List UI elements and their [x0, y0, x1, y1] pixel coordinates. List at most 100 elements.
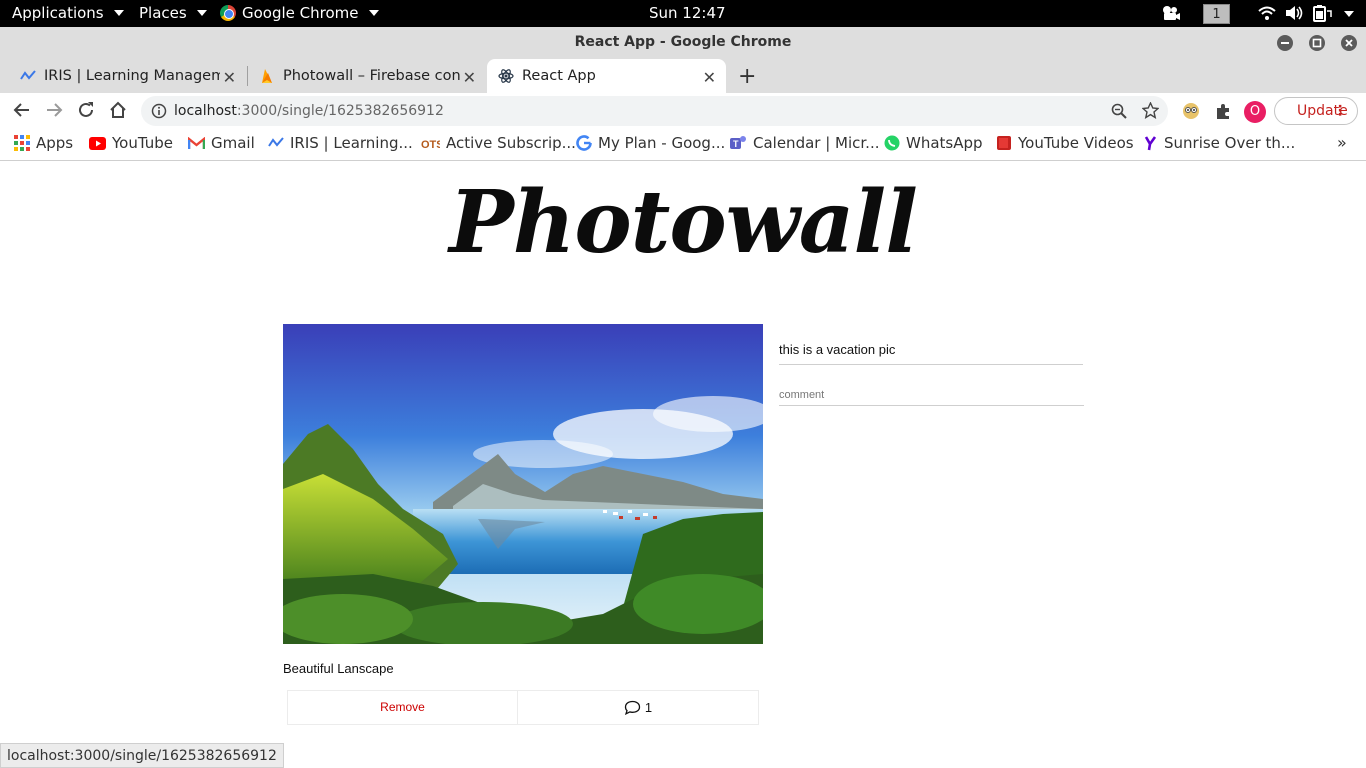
home-icon[interactable]	[109, 101, 127, 119]
battery-icon[interactable]	[1313, 5, 1333, 22]
url-text[interactable]: localhost:3000/single/1625382656912	[174, 103, 444, 119]
photo-actions: Remove 1	[287, 690, 759, 725]
firebase-icon	[262, 69, 272, 83]
photo-caption: Beautiful Lanscape	[283, 661, 394, 676]
bookmarks-bar: Apps YouTube Gmail IRIS | Learning... OT…	[0, 129, 1366, 161]
applications-label: Applications	[12, 4, 104, 22]
back-arrow-icon[interactable]	[13, 101, 31, 119]
clock[interactable]: Sun 12:47	[649, 4, 726, 22]
maximize-icon	[1312, 38, 1322, 48]
chevron-down-icon	[196, 10, 207, 16]
react-icon	[498, 69, 514, 83]
bookmark-label: Gmail	[211, 134, 255, 152]
wifi-icon[interactable]	[1258, 5, 1276, 21]
bookmark-sunrise[interactable]: Sunrise Over th...	[1144, 134, 1295, 152]
comments-button[interactable]: 1	[518, 691, 758, 724]
url-path: :3000/single/1625382656912	[236, 103, 444, 119]
comment-input[interactable]	[779, 384, 1084, 406]
tab-iris[interactable]: IRIS | Learning Manageme ✕	[10, 59, 246, 93]
bookmark-label: Calendar | Micr...	[753, 134, 880, 152]
tab-strip: IRIS | Learning Manageme ✕ Photowall – F…	[0, 58, 1366, 93]
book-icon	[997, 136, 1011, 150]
close-window-button[interactable]	[1341, 35, 1357, 51]
bookmark-label: Apps	[36, 134, 74, 152]
tab-react-app[interactable]: React App ✕	[487, 59, 726, 93]
places-label: Places	[139, 4, 187, 22]
profile-avatar[interactable]: O	[1244, 101, 1266, 123]
bookmark-youtube[interactable]: YouTube	[89, 134, 173, 152]
app-menu[interactable]: Google Chrome	[220, 4, 379, 22]
menu-kebab-icon[interactable]: ⋮	[1333, 103, 1347, 119]
bookmark-active-subscriptions[interactable]: OTS Active Subscrip...	[421, 134, 576, 152]
bookmark-label: IRIS | Learning...	[290, 134, 413, 152]
workspace-indicator[interactable]: 1	[1203, 4, 1230, 24]
bookmark-label: YouTube	[112, 134, 173, 152]
tab-label: React App	[522, 68, 596, 84]
tab-divider	[247, 66, 248, 86]
bookmark-gmail[interactable]: Gmail	[188, 134, 255, 152]
video-camera-icon[interactable]	[1161, 5, 1181, 21]
chevron-down-icon	[113, 10, 124, 16]
bookmark-label: Sunrise Over th...	[1164, 134, 1296, 152]
zoom-icon[interactable]	[1111, 103, 1127, 119]
ots-icon: OTS	[421, 139, 440, 151]
address-bar[interactable]: localhost:3000/single/1625382656912	[141, 96, 1168, 126]
bookmark-calendar[interactable]: T Calendar | Micr...	[730, 134, 880, 152]
tab-label: Photowall – Firebase cons	[283, 68, 461, 84]
chrome-icon	[220, 5, 236, 21]
close-tab-icon[interactable]: ✕	[703, 68, 716, 87]
google-icon	[576, 135, 592, 151]
bookmark-label: Active Subscrip...	[446, 134, 576, 152]
remove-button[interactable]: Remove	[288, 691, 518, 724]
iris-icon	[268, 137, 284, 147]
apps-grid-icon	[14, 135, 30, 151]
window-titlebar: React App - Google Chrome	[0, 27, 1366, 58]
chevron-down-icon	[368, 10, 379, 16]
comment-item: this is a vacation pic	[779, 342, 1083, 365]
svg-text:OTS: OTS	[421, 139, 440, 151]
close-tab-icon[interactable]: ✕	[223, 68, 236, 87]
window-title: React App - Google Chrome	[574, 34, 792, 50]
youtube-icon	[89, 136, 106, 150]
applications-menu[interactable]: Applications	[12, 4, 124, 22]
minimize-button[interactable]	[1277, 35, 1293, 51]
tab-label: IRIS | Learning Manageme	[44, 68, 220, 84]
comment-count: 1	[644, 700, 653, 715]
maximize-button[interactable]	[1309, 35, 1325, 51]
new-tab-button[interactable]: +	[738, 64, 756, 89]
browser-toolbar: localhost:3000/single/1625382656912 O Up…	[0, 93, 1366, 129]
bookmark-apps[interactable]: Apps	[14, 134, 73, 152]
system-top-bar: Applications Places Google Chrome Sun 12…	[0, 0, 1366, 27]
page-viewport: Photowall Beautiful Lanscape Remove 1 th…	[0, 162, 1366, 768]
minimize-icon	[1281, 42, 1289, 44]
close-tab-icon[interactable]: ✕	[463, 68, 476, 87]
bookmark-star-icon[interactable]	[1142, 102, 1159, 119]
landscape-photo	[283, 324, 763, 644]
iris-icon	[20, 70, 36, 80]
bookmark-iris[interactable]: IRIS | Learning...	[268, 134, 413, 152]
system-menu-chevron-icon[interactable]	[1344, 11, 1354, 17]
svg-text:T: T	[733, 139, 739, 149]
yahoo-icon	[1144, 136, 1157, 151]
places-menu[interactable]: Places	[139, 4, 207, 22]
photowall-logo[interactable]: Photowall	[0, 172, 1366, 273]
bookmark-label: WhatsApp	[906, 134, 983, 152]
reload-icon[interactable]	[77, 101, 95, 119]
bookmark-whatsapp[interactable]: WhatsApp	[884, 134, 983, 152]
bookmark-label: YouTube Videos	[1018, 134, 1134, 152]
extensions-puzzle-icon[interactable]	[1214, 102, 1232, 120]
volume-icon[interactable]	[1285, 5, 1303, 21]
more-bookmarks-icon[interactable]: »	[1337, 133, 1347, 152]
status-bar-url: localhost:3000/single/1625382656912	[0, 743, 284, 768]
update-button[interactable]: Update ⋮	[1274, 97, 1358, 125]
comment-list: this is a vacation pic	[779, 342, 1083, 365]
bookmark-youtube-videos[interactable]: YouTube Videos	[996, 134, 1134, 152]
extension-owl-icon[interactable]	[1182, 102, 1200, 120]
gmail-icon	[188, 136, 205, 149]
tab-firebase[interactable]: Photowall – Firebase cons ✕	[248, 59, 486, 93]
forward-arrow-icon[interactable]	[45, 101, 63, 119]
bookmark-my-plan[interactable]: My Plan - Goog...	[576, 134, 725, 152]
url-host: localhost	[174, 103, 237, 119]
site-info-icon[interactable]	[151, 103, 167, 119]
speech-bubble-icon	[624, 700, 641, 715]
